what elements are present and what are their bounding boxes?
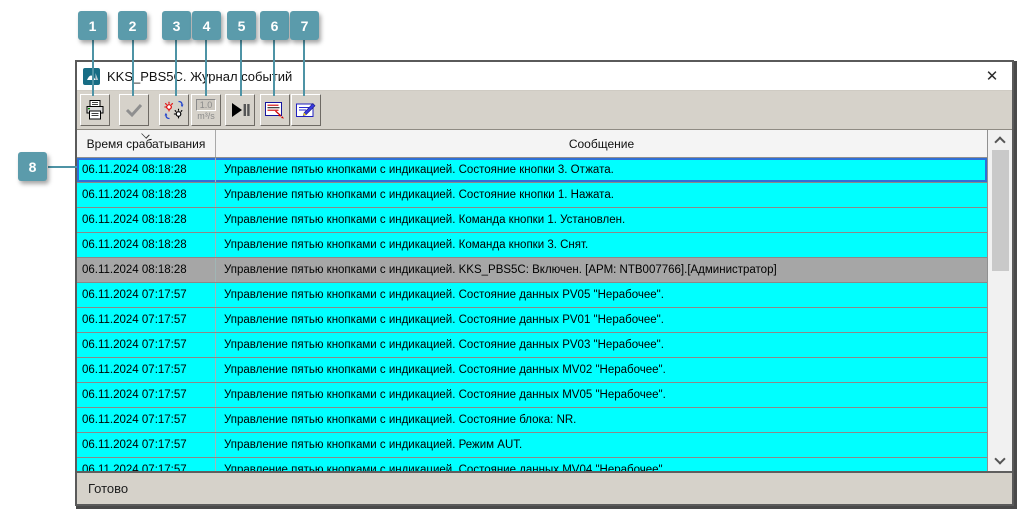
event-log-content: Время срабатывания Сообщение 06.11.2024 … [77,130,1012,471]
row-time: 06.11.2024 07:17:57 [77,358,216,382]
report-button[interactable] [260,94,290,126]
flow-unit: m³/s [197,110,215,121]
table-row[interactable]: 06.11.2024 07:17:57 Управление пятью кно… [77,358,987,383]
column-header-time[interactable]: Время срабатывания [77,130,216,157]
row-time: 06.11.2024 07:17:57 [77,383,216,407]
table-header: Время срабатывания Сообщение [77,130,987,158]
play-pause-icon [232,103,250,117]
flow-value: 1.0 [195,98,217,111]
row-time: 06.11.2024 07:17:57 [77,333,216,357]
scroll-down-icon [994,453,1006,465]
table-row[interactable]: 06.11.2024 07:17:57 Управление пятью кно… [77,458,987,471]
scroll-down-button[interactable] [988,451,1012,471]
callout-badge-8: 8 [18,152,47,181]
alarm-lamps-icon [164,100,184,120]
column-header-message-label: Сообщение [568,136,635,151]
vertical-scrollbar[interactable] [987,130,1012,471]
callout-badge-5: 5 [227,11,256,40]
status-bar: Готово [77,471,1012,504]
window-title: KKS_PBS5C. Журнал событий [107,68,293,84]
row-message: Управление пятью кнопками с индикацией. … [224,289,664,301]
callout-badge-2: 2 [118,11,147,40]
row-message: Управление пятью кнопками с индикацией. … [224,439,523,451]
row-message: Управление пятью кнопками с индикацией. … [224,389,666,401]
scrollbar-thumb[interactable] [991,150,1009,271]
table-row[interactable]: 06.11.2024 07:17:57 Управление пятью кно… [77,433,987,458]
callout-badge-3: 3 [162,11,191,40]
flow-units-icon: 1.0 m³/s [195,98,217,122]
table-row[interactable]: 06.11.2024 08:18:28 Управление пятью кно… [77,158,987,183]
edit-button[interactable] [291,94,321,126]
report-icon [265,101,284,118]
printer-icon [86,100,104,120]
row-time: 06.11.2024 07:17:57 [77,433,216,457]
scroll-up-button[interactable] [988,130,1012,150]
table-body: 06.11.2024 08:18:28 Управление пятью кно… [77,158,987,471]
checkmark-icon [125,103,143,118]
callout-badge-1: 1 [78,11,107,40]
row-time: 06.11.2024 08:18:28 [77,208,216,232]
row-time: 06.11.2024 08:18:28 [77,158,216,182]
table-row[interactable]: 06.11.2024 08:18:28 Управление пятью кно… [77,183,987,208]
row-message: Управление пятью кнопками с индикацией. … [224,339,664,351]
scroll-up-icon [994,136,1006,148]
table-row[interactable]: 06.11.2024 07:17:57 Управление пятью кно… [77,283,987,308]
row-time: 06.11.2024 08:18:28 [77,233,216,257]
callout-line-6 [273,40,275,96]
table-row[interactable]: 06.11.2024 07:17:57 Управление пятью кно… [77,308,987,333]
row-message: Управление пятью кнопками с индикацией. … [224,364,666,376]
table-row[interactable]: 06.11.2024 07:17:57 Управление пятью кно… [77,383,987,408]
row-message: Управление пятью кнопками с индикацией. … [224,189,614,201]
callout-badge-7: 7 [290,11,319,40]
column-header-message[interactable]: Сообщение [216,130,987,157]
alarm-toggle-button[interactable] [159,94,189,126]
callout-line-2 [132,40,134,96]
row-message: Управление пятью кнопками с индикацией. … [224,414,577,426]
close-icon[interactable]: ✕ [982,66,1002,86]
event-log-window: KKS_PBS5C. Журнал событий ✕ 1.0 m³/s Вре… [75,60,1014,506]
play-pause-button[interactable] [225,94,255,126]
row-message: Управление пятью кнопками с индикацией. … [224,314,664,326]
print-button[interactable] [80,94,110,126]
row-time: 06.11.2024 07:17:57 [77,408,216,432]
edit-note-icon [296,102,316,117]
row-time: 06.11.2024 07:17:57 [77,308,216,332]
table-row[interactable]: 06.11.2024 08:18:28 Управление пятью кно… [77,258,987,283]
callout-line-1 [92,40,94,96]
table-row[interactable]: 06.11.2024 07:17:57 Управление пятью кно… [77,408,987,433]
toolbar: 1.0 m³/s [77,91,1012,130]
callout-line-8 [48,166,77,168]
row-message: Управление пятью кнопками с индикацией. … [224,264,777,276]
row-time: 06.11.2024 07:17:57 [77,458,216,471]
callout-badge-4: 4 [192,11,221,40]
flow-units-button[interactable]: 1.0 m³/s [191,94,221,126]
event-table: Время срабатывания Сообщение 06.11.2024 … [77,130,987,471]
status-text: Готово [88,481,129,496]
row-time: 06.11.2024 07:17:57 [77,283,216,307]
callout-line-5 [240,40,242,96]
confirm-button[interactable] [119,94,149,126]
scrollbar-track[interactable] [988,271,1012,451]
table-row[interactable]: 06.11.2024 07:17:57 Управление пятью кно… [77,333,987,358]
row-message: Управление пятью кнопками с индикацией. … [224,464,666,471]
row-time: 06.11.2024 08:18:28 [77,258,216,282]
callout-badge-6: 6 [260,11,289,40]
callout-line-7 [303,40,305,96]
table-row[interactable]: 06.11.2024 08:18:28 Управление пятью кно… [77,208,987,233]
callout-line-4 [205,40,207,96]
title-bar: KKS_PBS5C. Журнал событий ✕ [77,62,1012,91]
callout-line-3 [175,40,177,96]
row-message: Управление пятью кнопками с индикацией. … [224,239,589,251]
row-time: 06.11.2024 08:18:28 [77,183,216,207]
table-row[interactable]: 06.11.2024 08:18:28 Управление пятью кно… [77,233,987,258]
row-message: Управление пятью кнопками с индикацией. … [224,214,626,226]
row-message: Управление пятью кнопками с индикацией. … [224,164,614,176]
